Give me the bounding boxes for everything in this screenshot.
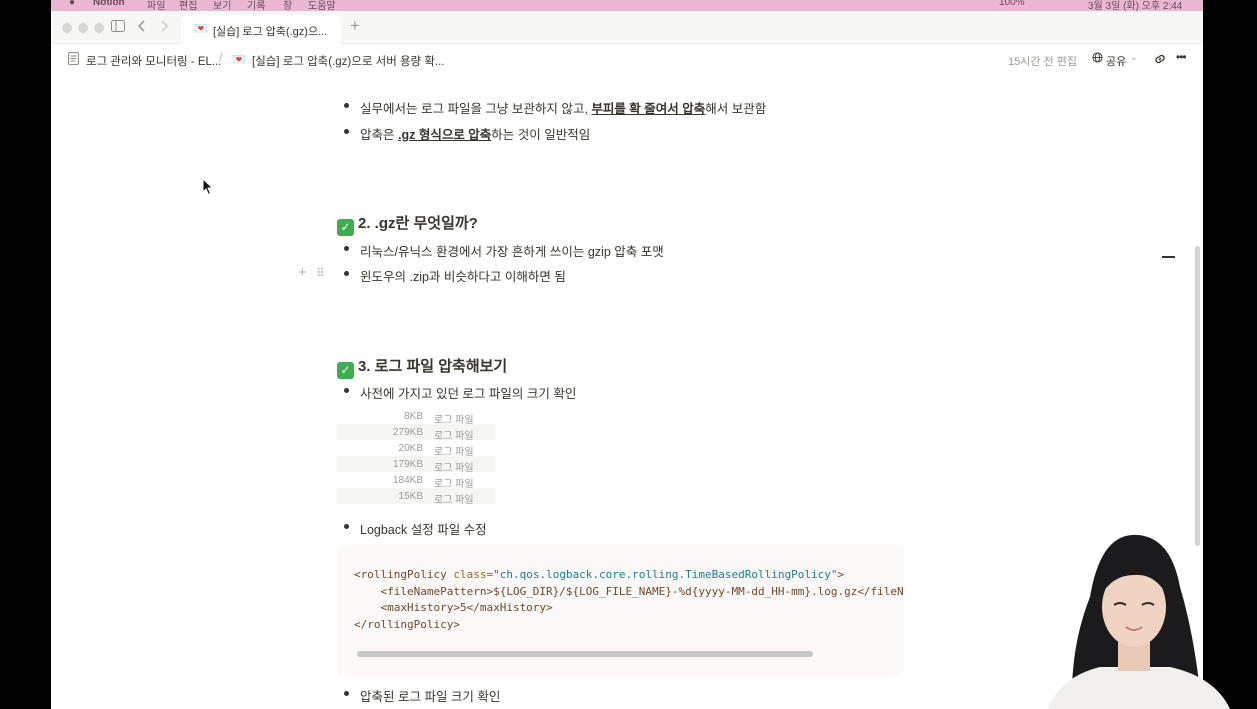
love-letter-icon: 💌: [232, 54, 246, 66]
code-horizontal-scrollbar[interactable]: [357, 651, 813, 657]
file-row[interactable]: 8KB 로그 파일: [337, 408, 495, 426]
code-content[interactable]: <rollingPolicy class="ch.qos.logback.cor…: [354, 567, 904, 633]
bullet-dot: [344, 271, 349, 276]
list-item-text: 사전에 가지고 있던 로그 파일의 크기 확인: [360, 387, 577, 401]
screen: ● Notion 파일 편집 보기 기록 창 도움말 100% 3월 3일 (화…: [0, 0, 1257, 709]
page-topbar: 로그 관리와 모니터링 - EL... / 💌 [실습] 로그 압축(.gz)으…: [51, 44, 1203, 76]
menu-view[interactable]: 보기: [213, 0, 231, 11]
last-edited-text[interactable]: 15시간 전 편집: [1008, 53, 1077, 69]
menu-help[interactable]: 도움말: [308, 0, 336, 11]
forward-arrow-icon[interactable]: [159, 20, 169, 34]
section-heading-gz[interactable]: ✓ 2. .gz란 무엇일까?: [337, 212, 478, 236]
add-block-plus-icon[interactable]: +: [298, 264, 307, 281]
section-heading-compress[interactable]: ✓ 3. 로그 파일 압축해보기: [337, 355, 507, 379]
heading-text: 2. .gz란 무엇일까?: [358, 215, 478, 232]
globe-icon: [1092, 52, 1103, 66]
bullet-dot: [344, 388, 349, 393]
menu-file[interactable]: 파일: [147, 0, 165, 11]
menubar-app-name[interactable]: Notion: [93, 0, 125, 8]
file-row[interactable]: 184KB 로그 파일: [337, 472, 495, 490]
page-vertical-scrollbar[interactable]: [1195, 246, 1200, 546]
mouse-pointer-icon: [202, 177, 214, 201]
back-arrow-icon[interactable]: [137, 20, 147, 34]
bullet-dot: [344, 524, 349, 529]
menu-history[interactable]: 기록: [247, 0, 265, 11]
breadcrumb-current[interactable]: [실습] 로그 압축(.gz)으로 서버 용량 확...: [252, 53, 445, 69]
window-zoom-button[interactable]: [94, 23, 104, 33]
page-doc-icon: [68, 52, 79, 68]
love-letter-icon: 💌: [194, 23, 208, 35]
battery-text: 100%: [999, 0, 1025, 8]
bullet-dot: [344, 103, 349, 108]
check-mark-icon: ✓: [337, 219, 354, 236]
breadcrumb-parent[interactable]: 로그 관리와 모니터링 - EL...: [86, 53, 221, 69]
chevron-down-icon: ⌄: [1130, 52, 1138, 62]
bullet-dot: [344, 691, 349, 696]
menu-window[interactable]: 창: [283, 0, 292, 11]
tab-title: [실습] 로그 압축(.gz)으...: [213, 26, 328, 38]
bullet-dot: [344, 246, 349, 251]
file-row[interactable]: 20KB 로그 파일: [337, 440, 495, 458]
list-item-text: 윈도우의 .zip과 비슷하다고 이해하면 됨: [360, 270, 566, 284]
code-block[interactable]: <rollingPolicy class="ch.qos.logback.cor…: [337, 545, 904, 675]
list-item-text: Logback 설정 파일 수정: [360, 523, 487, 537]
window-minimize-button[interactable]: [78, 23, 88, 33]
list-item-text: 리눅스/유닉스 환경에서 가장 흔하게 쓰이는 gzip 압축 포맷: [360, 245, 664, 259]
file-row[interactable]: 179KB 로그 파일: [337, 456, 495, 474]
window-close-button[interactable]: [62, 23, 72, 33]
breadcrumb-separator: /: [219, 53, 223, 65]
menu-edit[interactable]: 편집: [179, 0, 197, 11]
sidebar-toggle-icon[interactable]: [111, 20, 125, 34]
macos-menubar: ● Notion 파일 편집 보기 기록 창 도움말 100% 3월 3일 (화…: [51, 0, 1203, 11]
bullet-dot: [344, 129, 349, 134]
tab-bar: 💌 [실습] 로그 압축(.gz)으... +: [51, 11, 1203, 44]
presenter-webcam-overlay: [1030, 527, 1240, 709]
more-options-icon[interactable]: •••: [1176, 50, 1187, 64]
table-of-contents-marker[interactable]: [1162, 256, 1175, 258]
file-row[interactable]: 15KB 로그 파일: [337, 488, 495, 506]
list-item-text: 압축은 .gz 형식으로 압축하는 것이 일반적임: [360, 128, 591, 142]
list-item-text: 압축된 로그 파일 크기 확인: [360, 690, 501, 704]
drag-handle-icon[interactable]: ⠿: [316, 266, 325, 280]
link-icon[interactable]: [1153, 52, 1167, 69]
heading-text: 3. 로그 파일 압축해보기: [358, 358, 508, 375]
file-size-list: 8KB 로그 파일 279KB 로그 파일 20KB 로그 파일 179KB 로그 파일…: [337, 408, 495, 506]
share-label: 공유: [1106, 56, 1127, 68]
share-button[interactable]: 공유 ⌄: [1086, 49, 1144, 70]
new-tab-plus-icon[interactable]: +: [350, 17, 360, 34]
check-mark-icon: ✓: [337, 362, 354, 379]
list-item-text: 실무에서는 로그 파일을 그냥 보관하지 않고, 부피를 확 줄여서 압축해서 …: [360, 102, 767, 116]
apple-icon[interactable]: ●: [69, 0, 75, 8]
menubar-clock[interactable]: 3월 3일 (화) 오후 2:44: [1088, 0, 1182, 11]
file-row[interactable]: 279KB 로그 파일: [337, 424, 495, 442]
tab-current-page[interactable]: 💌 [실습] 로그 압축(.gz)으...: [181, 15, 341, 44]
